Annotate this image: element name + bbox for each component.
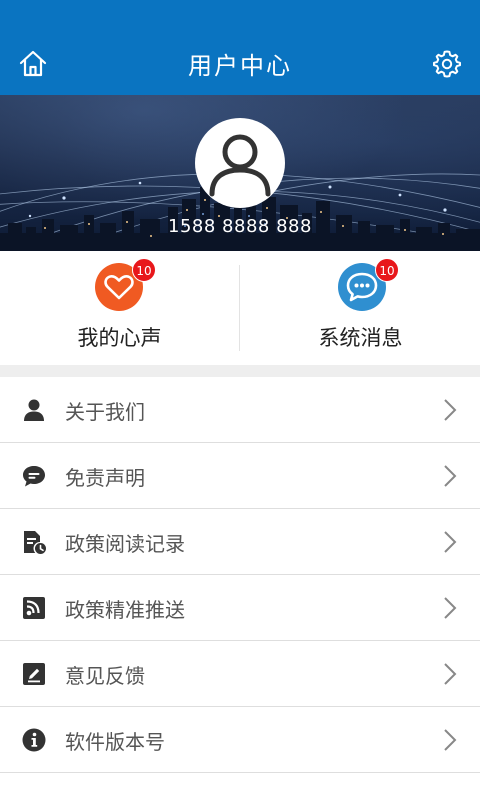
menu-item-label: 政策精准推送 bbox=[65, 598, 185, 622]
chevron-right-icon bbox=[444, 465, 457, 487]
system-messages-button[interactable]: 10 系统消息 bbox=[241, 251, 480, 365]
info-icon bbox=[21, 727, 47, 753]
menu-item-label: 免责声明 bbox=[65, 466, 145, 490]
notification-badge: 10 bbox=[132, 258, 156, 282]
quick-actions: 10 我的心声 10 系统消息 bbox=[0, 251, 480, 365]
top-bar: 用户中心 bbox=[0, 0, 480, 95]
quick-actions-divider bbox=[239, 265, 240, 351]
user-avatar-icon bbox=[209, 134, 271, 197]
section-separator bbox=[0, 365, 480, 377]
my-voice-label: 我的心声 bbox=[77, 326, 162, 350]
avatar[interactable] bbox=[195, 118, 285, 208]
document-clock-icon bbox=[21, 529, 47, 555]
menu-item-about-us[interactable]: 关于我们 bbox=[0, 377, 480, 443]
menu-item-disclaimer[interactable]: 免责声明 bbox=[0, 443, 480, 509]
user-center-page: 用户中心 1588 8888 888 10 我的心声 10 系统消息 关于我们 … bbox=[0, 0, 480, 800]
edit-icon bbox=[21, 661, 47, 687]
chevron-right-icon bbox=[444, 531, 457, 553]
menu-item-label: 软件版本号 bbox=[65, 730, 165, 754]
chevron-right-icon bbox=[444, 663, 457, 685]
settings-menu: 关于我们 免责声明 政策阅读记录 政策精准推送 意见反馈 软件版本号 bbox=[0, 377, 480, 773]
menu-item-feedback[interactable]: 意见反馈 bbox=[0, 641, 480, 707]
gear-icon[interactable] bbox=[432, 48, 462, 78]
speech-bubble-icon bbox=[21, 463, 47, 489]
page-title: 用户中心 bbox=[188, 52, 292, 80]
notification-badge: 10 bbox=[375, 258, 399, 282]
menu-item-software-version[interactable]: 软件版本号 bbox=[0, 707, 480, 773]
menu-item-precise-push[interactable]: 政策精准推送 bbox=[0, 575, 480, 641]
menu-item-label: 关于我们 bbox=[65, 400, 145, 424]
chevron-right-icon bbox=[444, 729, 457, 751]
person-icon bbox=[21, 397, 47, 423]
menu-item-label: 意见反馈 bbox=[65, 664, 145, 688]
system-messages-label: 系统消息 bbox=[318, 326, 403, 350]
chevron-right-icon bbox=[444, 399, 457, 421]
phone-number: 1588 8888 888 bbox=[168, 216, 312, 237]
menu-item-reading-history[interactable]: 政策阅读记录 bbox=[0, 509, 480, 575]
menu-item-label: 政策阅读记录 bbox=[65, 532, 185, 556]
rss-icon bbox=[21, 595, 47, 621]
bottom-spacer bbox=[0, 773, 480, 800]
my-voice-button[interactable]: 10 我的心声 bbox=[0, 251, 239, 365]
chevron-right-icon bbox=[444, 597, 457, 619]
